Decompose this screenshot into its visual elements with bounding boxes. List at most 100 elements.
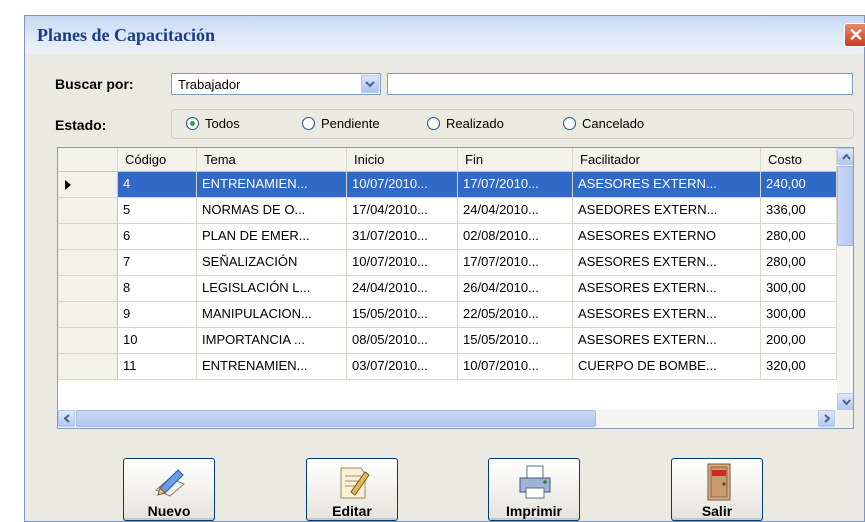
horizontal-scrollbar[interactable] [58, 410, 853, 428]
cell-codigo[interactable]: 6 [118, 224, 197, 250]
cell-inicio[interactable]: 31/07/2010... [347, 224, 458, 250]
cell-inicio[interactable]: 10/07/2010... [347, 172, 458, 198]
editar-label: Editar [332, 503, 372, 519]
cell-tema[interactable]: ENTRENAMIEN... [197, 354, 347, 380]
nuevo-button[interactable]: Nuevo [123, 458, 215, 521]
col-header-facilitador[interactable]: Facilitador [573, 148, 761, 172]
chevron-down-icon[interactable] [361, 75, 379, 93]
radio-button-icon [427, 117, 440, 130]
cell-codigo[interactable]: 9 [118, 302, 197, 328]
estado-label: Estado: [55, 117, 107, 133]
cell-codigo[interactable]: 8 [118, 276, 197, 302]
cell-facilitador[interactable]: ASESORES EXTERN... [573, 302, 761, 328]
table-row[interactable]: 5 NORMAS DE O... 17/04/2010... 24/04/2010..… [58, 198, 837, 224]
table-row[interactable]: 9 MANIPULACION... 15/05/2010... 22/05/2010.… [58, 302, 837, 328]
cell-tema[interactable]: NORMAS DE O... [197, 198, 347, 224]
cell-inicio[interactable]: 10/07/2010... [347, 250, 458, 276]
row-header[interactable] [58, 172, 118, 198]
buscar-label: Buscar por: [55, 76, 134, 92]
scroll-right-icon[interactable] [818, 410, 835, 427]
radio-todos[interactable]: Todos [186, 116, 266, 134]
search-input[interactable] [387, 73, 853, 95]
cell-codigo[interactable]: 10 [118, 328, 197, 354]
cell-tema[interactable]: ENTRENAMIEN... [197, 172, 347, 198]
col-header-fin[interactable]: Fin [458, 148, 573, 172]
row-header[interactable] [58, 302, 118, 328]
cell-costo[interactable]: 300,00 [761, 276, 837, 302]
buscar-dropdown[interactable]: Trabajador [171, 73, 381, 95]
cell-costo[interactable]: 280,00 [761, 250, 837, 276]
cell-inicio[interactable]: 08/05/2010... [347, 328, 458, 354]
cell-costo[interactable]: 300,00 [761, 302, 837, 328]
table-row[interactable]: 6 PLAN DE EMER... 31/07/2010... 02/08/2010.… [58, 224, 837, 250]
cell-costo[interactable]: 280,00 [761, 224, 837, 250]
cell-fin[interactable]: 24/04/2010... [458, 198, 573, 224]
editar-button[interactable]: Editar [306, 458, 398, 521]
row-header[interactable] [58, 328, 118, 354]
table-row[interactable]: 11 ENTRENAMIEN... 03/07/2010... 10/07/2010.… [58, 354, 837, 380]
cell-tema[interactable]: MANIPULACION... [197, 302, 347, 328]
window-title: Planes de Capacitación [37, 25, 215, 45]
row-header[interactable] [58, 198, 118, 224]
planes-window: Planes de Capacitación ✕ Buscar por: Tra… [24, 15, 865, 522]
cell-inicio[interactable]: 17/04/2010... [347, 198, 458, 224]
cell-facilitador[interactable]: ASESORES EXTERNO [573, 224, 761, 250]
cell-codigo[interactable]: 11 [118, 354, 197, 380]
cell-fin[interactable]: 17/07/2010... [458, 172, 573, 198]
cell-fin[interactable]: 02/08/2010... [458, 224, 573, 250]
cell-fin[interactable]: 17/07/2010... [458, 250, 573, 276]
cell-tema[interactable]: IMPORTANCIA ... [197, 328, 347, 354]
cell-costo[interactable]: 240,00 [761, 172, 837, 198]
cell-fin[interactable]: 10/07/2010... [458, 354, 573, 380]
radio-pendiente-label: Pendiente [321, 116, 380, 131]
scroll-up-icon[interactable] [837, 148, 853, 165]
title-bar[interactable]: Planes de Capacitación ✕ [25, 16, 865, 54]
salir-button[interactable]: Salir [671, 458, 763, 521]
cell-inicio[interactable]: 03/07/2010... [347, 354, 458, 380]
cell-fin[interactable]: 22/05/2010... [458, 302, 573, 328]
vertical-scrollbar[interactable] [837, 148, 853, 410]
cell-tema[interactable]: SEÑALIZACIÓN [197, 250, 347, 276]
horizontal-scroll-thumb[interactable] [76, 410, 596, 427]
scroll-left-icon[interactable] [58, 410, 75, 427]
cell-facilitador[interactable]: ASESORES EXTERN... [573, 172, 761, 198]
cell-codigo[interactable]: 7 [118, 250, 197, 276]
col-header-inicio[interactable]: Inicio [347, 148, 458, 172]
row-header[interactable] [58, 250, 118, 276]
row-header[interactable] [58, 276, 118, 302]
cell-codigo[interactable]: 5 [118, 198, 197, 224]
radio-pendiente[interactable]: Pendiente [302, 116, 402, 134]
col-header-tema[interactable]: Tema [197, 148, 347, 172]
cell-tema[interactable]: PLAN DE EMER... [197, 224, 347, 250]
row-header[interactable] [58, 224, 118, 250]
cell-costo[interactable]: 320,00 [761, 354, 837, 380]
cell-costo[interactable]: 336,00 [761, 198, 837, 224]
table-row[interactable]: 7 SEÑALIZACIÓN 10/07/2010... 17/07/2010... A… [58, 250, 837, 276]
scroll-down-icon[interactable] [837, 393, 853, 410]
nuevo-label: Nuevo [147, 503, 191, 519]
table-row[interactable]: 10 IMPORTANCIA ... 08/05/2010... 15/05/2010… [58, 328, 837, 354]
cell-codigo[interactable]: 4 [118, 172, 197, 198]
cell-fin[interactable]: 15/05/2010... [458, 328, 573, 354]
cell-facilitador[interactable]: ASEDORES EXTERN... [573, 198, 761, 224]
cell-facilitador[interactable]: CUERPO DE BOMBE... [573, 354, 761, 380]
cell-inicio[interactable]: 24/04/2010... [347, 276, 458, 302]
table-row[interactable]: 8 LEGISLACIÓN L... 24/04/2010... 26/04/2010… [58, 276, 837, 302]
planes-grid[interactable]: Código Tema Inicio Fin Facilitador Costo… [57, 147, 854, 429]
cell-facilitador[interactable]: ASESORES EXTERN... [573, 276, 761, 302]
cell-tema[interactable]: LEGISLACIÓN L... [197, 276, 347, 302]
cell-facilitador[interactable]: ASESORES EXTERN... [573, 250, 761, 276]
cell-fin[interactable]: 26/04/2010... [458, 276, 573, 302]
cell-inicio[interactable]: 15/05/2010... [347, 302, 458, 328]
imprimir-button[interactable]: Imprimir [488, 458, 580, 521]
close-icon[interactable]: ✕ [844, 23, 865, 47]
radio-cancelado[interactable]: Cancelado [563, 116, 673, 134]
col-header-costo[interactable]: Costo [761, 148, 837, 172]
vertical-scroll-thumb[interactable] [837, 166, 853, 246]
radio-realizado[interactable]: Realizado [427, 116, 527, 134]
cell-facilitador[interactable]: ASESORES EXTERN... [573, 328, 761, 354]
cell-costo[interactable]: 200,00 [761, 328, 837, 354]
row-header[interactable] [58, 354, 118, 380]
col-header-codigo[interactable]: Código [118, 148, 197, 172]
table-row[interactable]: 4 ENTRENAMIEN... 10/07/2010... 17/07/2010..… [58, 172, 837, 198]
